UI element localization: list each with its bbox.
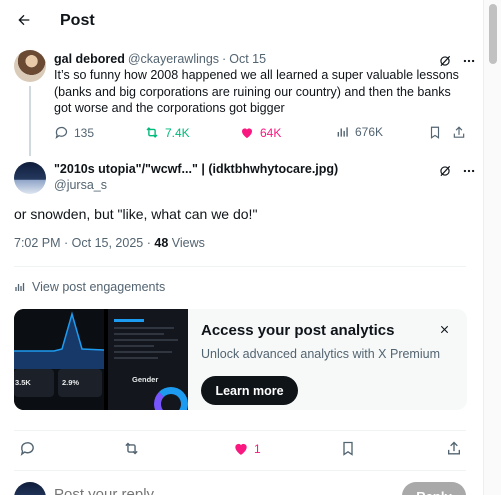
like-count: 64K [260,125,282,140]
divider [14,470,466,471]
promo-subtitle: Unlock advanced analytics with X Premium [201,347,440,361]
preview-panel-list: Gender [108,309,188,410]
separator-dot: · [146,236,151,250]
parent-post-actions: 135 7.4K 64K 676K [54,125,466,145]
reply-composer: Reply [0,476,483,495]
more-options-button[interactable] [460,162,478,180]
share-action[interactable] [446,440,462,457]
heart-filled-icon [242,128,252,139]
preview-gender-label: Gender [132,375,159,384]
learn-more-button[interactable]: Learn more [201,376,298,405]
promo-close-button[interactable] [435,320,453,338]
preview-stat-1: 3.5K [15,378,31,387]
repost-action[interactable]: 7.4K [144,125,190,140]
share-action[interactable] [452,125,471,140]
parent-post-header: gal debored @ckayerawlings · Oct 15 [54,52,266,66]
bookmark-icon [430,126,440,139]
reply-count: 135 [74,125,95,140]
preview-stat-2: 2.9% [62,378,80,387]
thread-line [29,86,31,156]
divider [14,430,466,431]
view-engagements-label: View post engagements [32,280,166,294]
parent-author-avatar[interactable] [14,50,46,82]
repost-icon [125,442,138,455]
post-timestamp[interactable]: 7:02 PM · Oct 15, 2025 [14,236,143,250]
user-avatar[interactable] [14,482,46,495]
view-engagements-link[interactable]: View post engagements [14,280,165,294]
top-bar: Post [0,0,483,44]
share-icon [448,441,460,455]
analytics-promo-card: 3.5K 2.9% Gender Access your post analyt… [14,309,467,410]
reply-button[interactable]: Reply [402,482,466,495]
main-author-name[interactable]: "2010s utopia"/"wcwf..." | (idktbhwhytoc… [54,162,338,176]
repost-action[interactable] [122,440,141,457]
bookmark-action[interactable] [340,440,356,457]
analytics-preview-image: 3.5K 2.9% Gender [14,309,188,410]
grok-button[interactable] [436,162,454,180]
post-meta: 7:02 PM · Oct 15, 2025 · 48 Views [14,236,205,250]
main-author-avatar[interactable] [14,162,46,194]
heart-filled-icon [235,443,247,455]
reply-icon [55,126,68,140]
post-views-label: Views [171,236,205,250]
main-post-text: or snowden, but "like, what can we do!" [14,206,258,222]
like-action[interactable]: 1 [232,440,261,457]
reply-input[interactable] [54,486,354,495]
preview-panel-chart: 3.5K 2.9% [14,309,104,410]
preview-line-chart [14,311,104,369]
views-count: 676K [355,125,384,139]
main-post-actions: 1 [14,432,466,466]
views-chart-icon [337,127,348,137]
parent-author-name[interactable]: gal debored [54,52,125,66]
bookmark-icon [343,441,353,456]
repost-icon [146,127,158,138]
grok-icon [440,55,451,67]
close-icon [440,325,448,333]
parent-author-handle[interactable]: @ckayerawlings [128,52,219,66]
parent-post-time[interactable]: Oct 15 [229,52,266,66]
more-icon [463,59,475,63]
more-icon [463,169,475,173]
share-icon [453,126,465,138]
grok-icon [440,165,451,177]
reply-action[interactable]: 135 [54,125,94,140]
views-action[interactable]: 676K [336,125,383,139]
arrow-left-icon [18,14,30,26]
analytics-icon [15,283,25,291]
bookmark-action[interactable] [428,125,447,140]
reply-action[interactable] [19,440,36,457]
reply-icon [20,442,34,456]
like-action[interactable]: 64K [239,125,281,140]
parent-post-text: It’s so funny how 2008 happened we all l… [54,68,459,115]
separator-dot: · [222,52,227,66]
page-title: Post [60,12,95,29]
scrollbar[interactable] [483,0,501,495]
repost-count: 7.4K [165,125,190,140]
divider [14,266,466,267]
scrollbar-thumb[interactable] [489,4,497,64]
post-views-count: 48 [154,236,169,250]
like-count: 1 [254,441,261,456]
main-post-top-icons [430,162,478,180]
post-column: Post gal debored @ckayerawlings · Oct 15… [0,0,483,495]
back-button[interactable] [10,6,38,34]
main-author-handle[interactable]: @jursa_s [54,178,107,192]
promo-title: Access your post analytics [201,322,395,339]
